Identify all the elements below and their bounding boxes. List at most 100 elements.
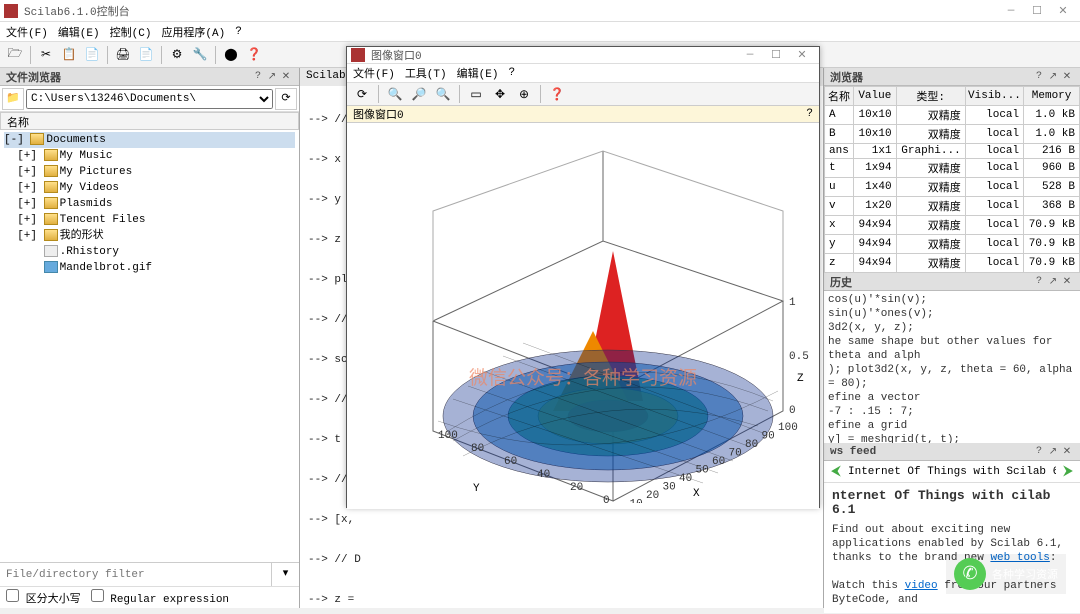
table-row[interactable]: z94x94双精度local70.9 kB xyxy=(825,254,1080,273)
graphics-window[interactable]: 图像窗口0 — ☐ ✕ 文件(F)工具(T)编辑(E)? ⟳ 🔍🔎🔍 ▭✥⊕ ❓ 图像… xyxy=(346,46,820,508)
table-row[interactable]: x94x94双精度local70.9 kB xyxy=(825,216,1080,235)
table-row[interactable]: y94x94双精度local70.9 kB xyxy=(825,235,1080,254)
file-browser-header[interactable]: 文件浏览器 ? ↗ ✕ xyxy=(0,68,299,86)
toolbar-button[interactable]: ✥ xyxy=(489,83,511,105)
menu-item[interactable]: 编辑(E) xyxy=(54,23,104,41)
table-row[interactable]: ans1x1Graphi...local216 B xyxy=(825,144,1080,159)
close-panel-icon[interactable]: ✕ xyxy=(1060,446,1074,458)
undock-icon[interactable]: ? xyxy=(1032,71,1046,82)
tree-node[interactable]: [+] 我的形状 xyxy=(4,228,295,244)
news-headline-field[interactable] xyxy=(848,466,1056,478)
pin-icon[interactable]: ↗ xyxy=(1046,446,1060,458)
gw-close-button[interactable]: ✕ xyxy=(789,48,815,62)
tree-node[interactable]: [-] Documents xyxy=(4,132,295,148)
case-sensitive-checkbox[interactable]: 区分大小写 xyxy=(6,589,81,606)
toolbar-button[interactable]: 🔍 xyxy=(384,83,406,105)
history-item[interactable]: he same shape but other values for theta… xyxy=(828,335,1076,363)
history-item[interactable]: ); plot3d2(x, y, z, theta = 60, alpha = … xyxy=(828,363,1076,391)
news-prev-button[interactable]: ⮜ xyxy=(826,464,846,480)
video-link[interactable]: video xyxy=(905,580,938,592)
close-panel-icon[interactable]: ✕ xyxy=(1060,71,1074,83)
column-header[interactable]: 类型: xyxy=(896,87,965,106)
toolbar-button[interactable]: 🗁 xyxy=(4,44,26,66)
history-item[interactable]: efine a vector xyxy=(828,391,1076,405)
toolbar-button[interactable]: 📄 xyxy=(135,44,157,66)
column-header[interactable]: Value xyxy=(854,87,896,106)
toolbar-button[interactable]: 📄 xyxy=(81,44,103,66)
toolbar-button[interactable]: ⊕ xyxy=(513,83,535,105)
filter-toggle-button[interactable]: ▾ xyxy=(271,563,299,586)
table-row[interactable]: B10x10双精度local1.0 kB xyxy=(825,125,1080,144)
menu-item[interactable]: ? xyxy=(231,25,246,39)
column-header[interactable]: Visib... xyxy=(965,87,1023,106)
tree-node[interactable]: [+] My Videos xyxy=(4,180,295,196)
tree-node[interactable]: [+] My Pictures xyxy=(4,164,295,180)
toolbar-button[interactable]: 🔎 xyxy=(408,83,430,105)
close-button[interactable]: ✕ xyxy=(1050,4,1076,18)
news-next-button[interactable]: ⮞ xyxy=(1058,464,1078,480)
refresh-button[interactable]: ⟳ xyxy=(275,88,297,110)
path-dropdown[interactable]: C:\Users\13246\Documents\ xyxy=(26,89,273,109)
toolbar-button[interactable]: 🖨 xyxy=(112,44,134,66)
toolbar-button[interactable]: ▭ xyxy=(465,83,487,105)
graphics-titlebar[interactable]: 图像窗口0 — ☐ ✕ xyxy=(347,47,819,64)
tree-node[interactable]: Mandelbrot.gif xyxy=(4,260,295,276)
svg-text:100: 100 xyxy=(778,422,798,434)
history-item[interactable]: cos(u)'*sin(v); xyxy=(828,293,1076,307)
close-panel-icon[interactable]: ✕ xyxy=(1060,276,1074,288)
plot-area[interactable]: 微信公众号：各种学习资源 xyxy=(347,123,819,509)
minimize-button[interactable]: — xyxy=(998,5,1024,17)
toolbar-button[interactable]: 🔍 xyxy=(432,83,454,105)
table-row[interactable]: v1x20双精度local368 B xyxy=(825,197,1080,216)
column-header[interactable]: Memory xyxy=(1024,87,1080,106)
undock-icon[interactable]: ? xyxy=(1032,276,1046,287)
menu-item[interactable]: 应用程序(A) xyxy=(157,23,229,41)
undock-icon[interactable]: ? xyxy=(1032,446,1046,457)
maximize-button[interactable]: ☐ xyxy=(1024,4,1050,18)
file-column-header[interactable]: 名称 xyxy=(0,112,299,130)
file-tree[interactable]: [-] Documents [+] My Music [+] My Pictur… xyxy=(0,130,299,562)
toolbar-button[interactable]: 🔧 xyxy=(189,44,211,66)
folder-up-button[interactable]: 📁 xyxy=(2,88,24,110)
menu-item[interactable]: 文件(F) xyxy=(2,23,52,41)
tree-node[interactable]: .Rhistory xyxy=(4,244,295,260)
menu-item[interactable]: 工具(T) xyxy=(401,64,451,82)
graphics-tab[interactable]: 图像窗口0 ? xyxy=(347,106,819,123)
column-header[interactable]: 名称 xyxy=(825,87,854,106)
history-item[interactable]: efine a grid xyxy=(828,419,1076,433)
table-row[interactable]: u1x40双精度local528 B xyxy=(825,178,1080,197)
file-filter-input[interactable] xyxy=(0,563,271,586)
tree-node[interactable]: [+] My Music xyxy=(4,148,295,164)
svg-text:0: 0 xyxy=(603,495,610,503)
pin-icon[interactable]: ↗ xyxy=(1046,71,1060,83)
tree-node[interactable]: [+] Tencent Files xyxy=(4,212,295,228)
toolbar-button[interactable]: ❓ xyxy=(546,83,568,105)
pin-icon[interactable]: ↗ xyxy=(265,71,279,83)
toolbar-button[interactable]: ✂ xyxy=(35,44,57,66)
history-item[interactable]: 3d2(x, y, z); xyxy=(828,321,1076,335)
toolbar-button[interactable]: ⟳ xyxy=(351,83,373,105)
menu-item[interactable]: 文件(F) xyxy=(349,64,399,82)
graphics-help-icon[interactable]: ? xyxy=(806,108,813,120)
menu-item[interactable]: 编辑(E) xyxy=(453,64,503,82)
gw-minimize-button[interactable]: — xyxy=(737,49,763,61)
variable-table[interactable]: 名称Value类型:Visib...MemoryA10x10双精度local1.… xyxy=(824,86,1080,273)
table-row[interactable]: t1x94双精度local960 B xyxy=(825,159,1080,178)
toolbar-button[interactable]: ⚙ xyxy=(166,44,188,66)
regex-checkbox[interactable]: Regular expression xyxy=(91,589,229,606)
history-item[interactable]: sin(u)'*ones(v); xyxy=(828,307,1076,321)
pin-icon[interactable]: ↗ xyxy=(1046,276,1060,288)
table-row[interactable]: A10x10双精度local1.0 kB xyxy=(825,106,1080,125)
history-item[interactable]: -7 : .15 : 7; xyxy=(828,405,1076,419)
toolbar-button[interactable]: 📋 xyxy=(58,44,80,66)
tree-node[interactable]: [+] Plasmids xyxy=(4,196,295,212)
toolbar-button[interactable]: ❓ xyxy=(243,44,265,66)
gw-maximize-button[interactable]: ☐ xyxy=(763,48,789,62)
menu-item[interactable]: ? xyxy=(504,66,519,80)
toolbar-button[interactable]: ⬤ xyxy=(220,44,242,66)
undock-icon[interactable]: ? xyxy=(251,71,265,82)
menu-item[interactable]: 控制(C) xyxy=(106,23,156,41)
close-panel-icon[interactable]: ✕ xyxy=(279,71,293,83)
app-titlebar: Scilab6.1.0控制台 — ☐ ✕ xyxy=(0,0,1080,22)
history-list[interactable]: cos(u)'*sin(v);sin(u)'*ones(v);3d2(x, y,… xyxy=(824,291,1080,443)
